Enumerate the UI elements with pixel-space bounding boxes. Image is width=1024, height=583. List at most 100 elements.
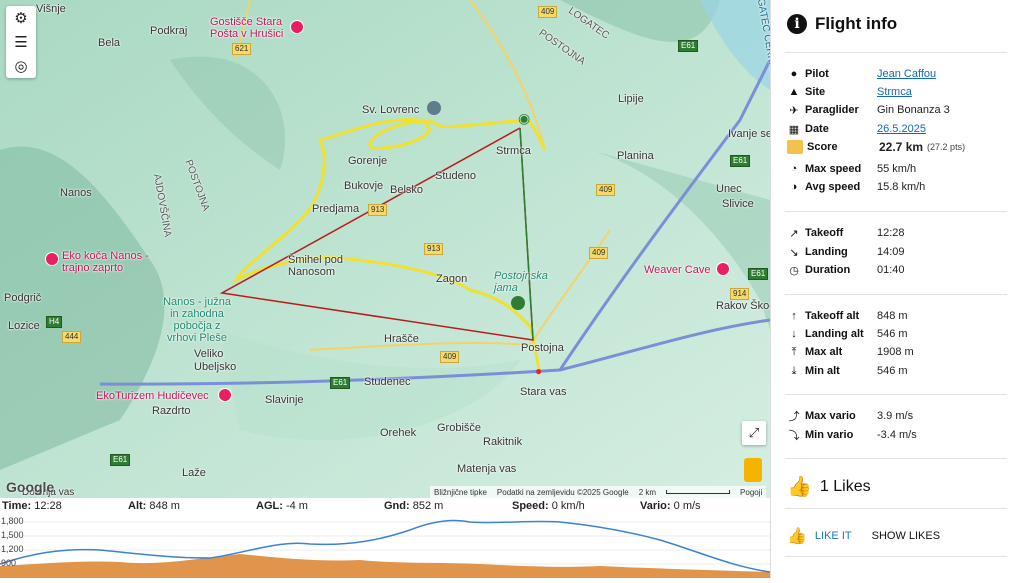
row-landing: ↘ Landing 14:09 (787, 243, 1017, 261)
row-min-vario: ⤵ Min vario -3.4 m/s (787, 426, 1017, 444)
row-max-vario: ⤴ Max vario 3.9 m/s (787, 407, 1017, 425)
row-site: ▲ Site Strmca (787, 83, 1017, 101)
row-duration: ◷ Duration 01:40 (787, 261, 1017, 279)
max-alt-value: 1908 m (877, 346, 914, 358)
poi-label[interactable]: Weaver Cave (644, 264, 710, 276)
mountain-icon: ▲ (788, 86, 800, 98)
row-max-alt: ⤒ Max alt 1908 m (787, 343, 1017, 361)
takeoff-alt-value: 848 m (877, 310, 908, 322)
max-alt-label: Max alt (805, 346, 843, 358)
min-vario-value: -3.4 m/s (877, 429, 917, 441)
date-label: Date (805, 123, 829, 135)
poi-pin-icon[interactable] (290, 20, 304, 34)
road-badge: 409 (440, 351, 460, 363)
pilot-link[interactable]: Jean Caffou (877, 68, 936, 80)
road-badge: E61 (678, 40, 699, 52)
divider (785, 458, 1007, 459)
road-badge: 409 (596, 184, 616, 196)
poi-label[interactable]: Eko koča Nanos - trajno zaprto (62, 250, 152, 274)
takeoff-wifi-icon[interactable]: ◉ (518, 110, 530, 127)
altitude-profile-chart (0, 519, 771, 578)
road-badge: E61 (730, 155, 751, 167)
place-label: Podgrič (4, 292, 42, 304)
avg-speed-value: 15.8 km/h (877, 181, 926, 193)
terms-link[interactable]: Pogoji (740, 488, 762, 497)
road-badge: 913 (424, 243, 444, 255)
scale-label[interactable]: 2 km (639, 488, 656, 497)
map-terrain (0, 0, 770, 498)
road-badge: 444 (62, 331, 82, 343)
landing-alt-label: Landing alt (805, 328, 864, 340)
road-badge: 409 (589, 247, 609, 259)
poi-label[interactable]: Gostišče Stara Pošta v Hrušici (210, 16, 290, 40)
layers-icon[interactable]: ☰ (6, 30, 36, 54)
locate-icon[interactable]: ◎ (6, 54, 36, 78)
poi-pin-icon[interactable] (716, 262, 730, 276)
street-view-pegman-icon[interactable] (744, 458, 762, 482)
divider (785, 211, 1007, 212)
glider-label: Paraglider (805, 104, 859, 116)
person-icon: ● (790, 68, 798, 80)
place-label: Razdrto (152, 405, 191, 417)
place-label: Slivice (722, 198, 754, 210)
tree-icon (511, 296, 525, 310)
keyboard-shortcuts-link[interactable]: Bližnjične tipke (434, 488, 487, 497)
site-link[interactable]: Strmca (877, 86, 912, 98)
status-agl: AGL: -4 m (256, 500, 308, 512)
place-label: Višnje (36, 3, 66, 15)
plane-icon: ✈ (789, 104, 799, 117)
poi-pin-icon[interactable] (218, 388, 232, 402)
altitude-profile[interactable]: 1,800 1,500 1,200 900 (0, 514, 771, 578)
place-label: Veliko Ubeljsko (194, 348, 237, 373)
landing-pin-icon[interactable]: ● (535, 364, 542, 378)
y-tick: 1,800 (1, 516, 24, 526)
settings-gear-icon[interactable]: ⚙ (6, 6, 36, 30)
scale-bar (666, 490, 731, 494)
date-link[interactable]: 26.5.2025 (877, 123, 926, 135)
place-label: Matenja vas (457, 463, 517, 475)
duration-value: 01:40 (877, 264, 905, 276)
place-label: Belsko (390, 184, 424, 196)
poi-label[interactable]: Nanos - južna in zahodna pobočja z vrhov… (158, 296, 236, 344)
like-it-button[interactable]: 👍 LIKE IT (787, 526, 852, 546)
row-min-alt: ⤓ Min alt 546 m (787, 362, 1017, 380)
fullscreen-icon[interactable]: ⤢ (742, 421, 766, 445)
score-label: Score (807, 141, 838, 153)
row-max-speed: ◔ Max speed 55 km/h (787, 160, 1017, 178)
poi-label[interactable]: EkoTurizem Hudičevec (96, 390, 209, 402)
landing-icon: ↘ (789, 246, 799, 259)
row-pilot: ● Pilot Jean Caffou (787, 65, 1017, 83)
divider (785, 556, 1007, 557)
place-label: Grobišče (437, 422, 482, 434)
track-status-bar: Time: 12:28 Alt: 848 m AGL: -4 m Gnd: 85… (0, 498, 770, 514)
show-likes-button[interactable]: SHOW LIKES (872, 530, 940, 542)
duration-label: Duration (805, 264, 851, 276)
flight-map[interactable]: ⚙ ☰ ◎ Višnje Bela Podkraj POSTOJNA LOGAT… (0, 0, 770, 498)
place-label: Slavinje (265, 394, 304, 406)
road-badge: E61 (330, 377, 351, 389)
place-label: Laže (182, 467, 206, 479)
trend-up-icon: ⤴ (788, 411, 800, 423)
score-icon (787, 140, 803, 154)
status-vario: Vario: 0 m/s (640, 500, 701, 512)
trend-down-icon: ⤵ (788, 430, 800, 442)
landing-alt-value: 546 m (877, 328, 908, 340)
place-label: Lozice (8, 320, 40, 332)
place-label: Orehek (380, 427, 417, 439)
row-score: Score 22.7 km (27.2 pts) (787, 138, 1017, 156)
likes-count: 👍 1 Likes (787, 474, 871, 499)
takeoff-label: Takeoff (805, 227, 844, 239)
place-label: Bukovje (344, 180, 384, 192)
max-vario-value: 3.9 m/s (877, 410, 914, 422)
status-speed: Speed: 0 km/h (512, 500, 585, 512)
map-toolbar: ⚙ ☰ ◎ (6, 6, 36, 78)
place-label: Lipije (618, 93, 644, 105)
road-badge: 913 (368, 204, 388, 216)
place-label: Bela (98, 37, 121, 49)
road-badge: E61 (110, 454, 131, 466)
avg-speed-label: Avg speed (805, 181, 861, 193)
place-label: Šmihel pod Nanosom (288, 254, 344, 278)
map-data-credit[interactable]: Podatki na zemljevidu ©2025 Google (497, 488, 629, 497)
panel-title: Flight info (815, 14, 898, 33)
poi-pin-icon[interactable] (45, 252, 59, 266)
